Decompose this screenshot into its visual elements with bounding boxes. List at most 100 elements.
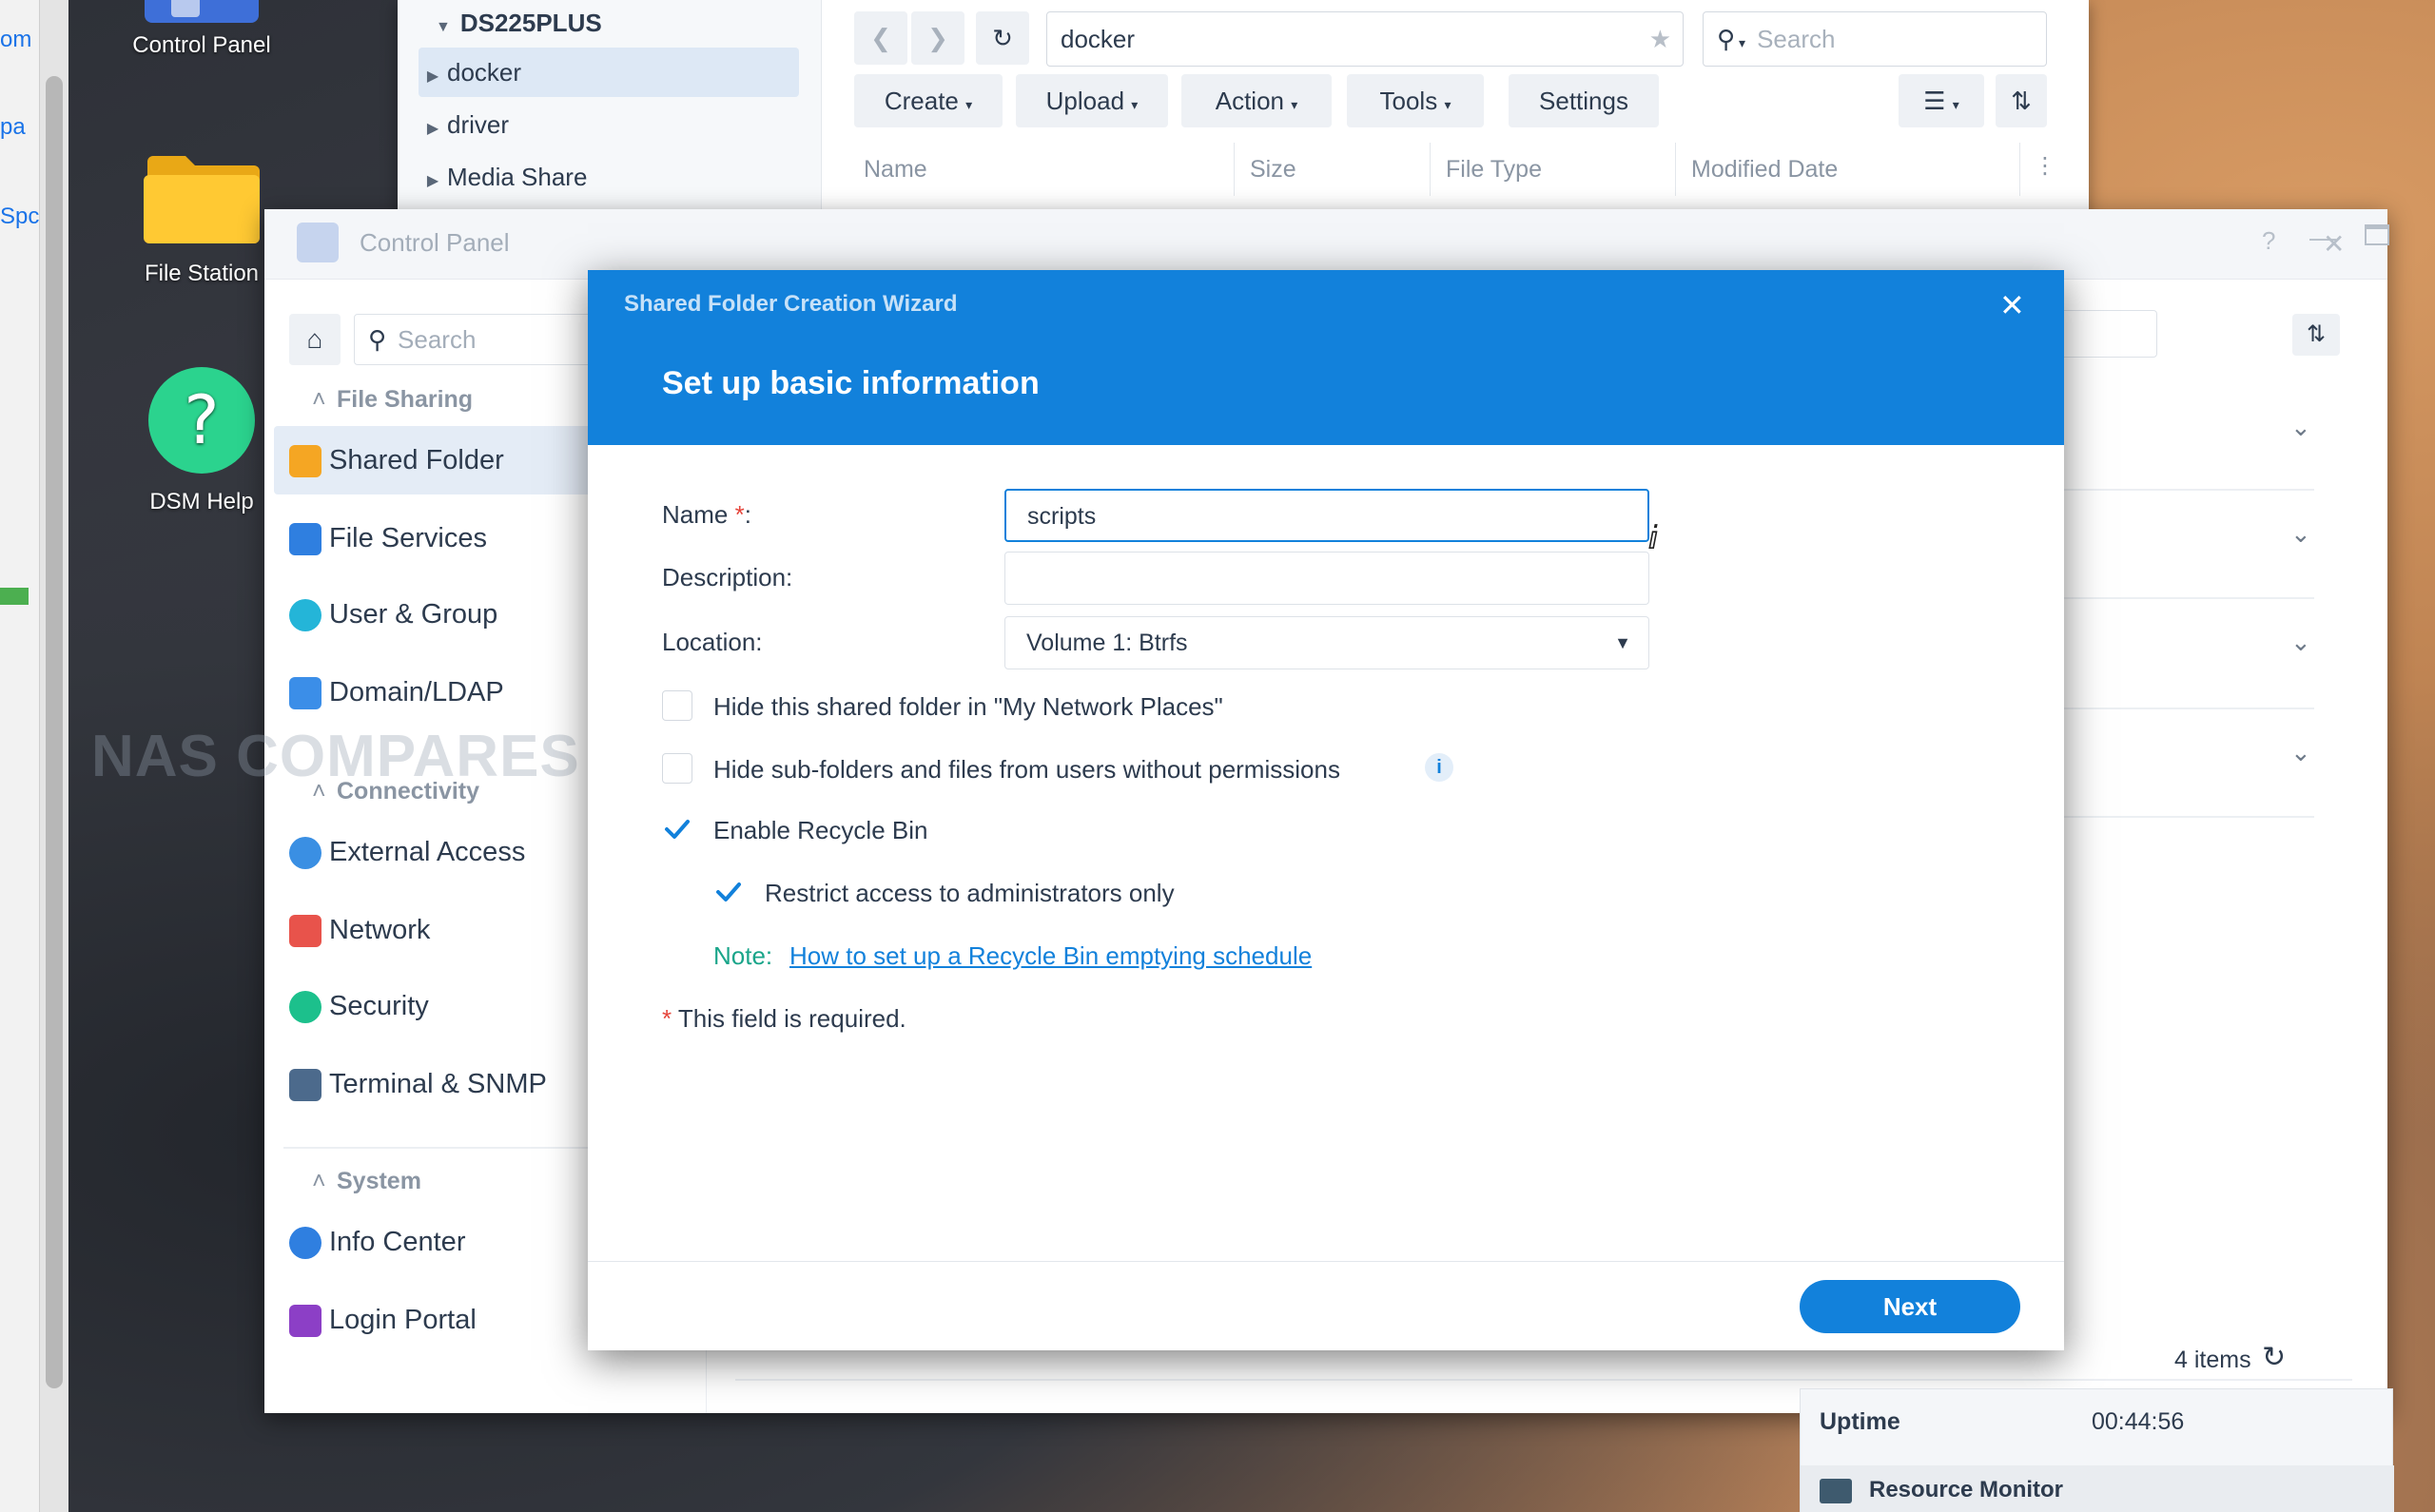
path-input[interactable]: docker ★ bbox=[1046, 11, 1684, 67]
chevron-down-icon[interactable]: ⌄ bbox=[2290, 628, 2311, 657]
file-station-window: ▼ DS225PLUS ▶ docker ▶ driver ▶ Media Share … bbox=[398, 0, 2089, 219]
help-icon: ? bbox=[148, 367, 255, 474]
close-icon[interactable]: ✕ bbox=[2323, 228, 2345, 260]
external-access-icon bbox=[289, 837, 321, 869]
caret-right-icon: ▶ bbox=[426, 121, 439, 137]
checkmark-icon bbox=[716, 882, 741, 901]
create-button[interactable]: Create ▾ bbox=[854, 74, 1003, 127]
section-label: System bbox=[337, 1168, 421, 1194]
column-header-size[interactable]: Size bbox=[1235, 143, 1431, 196]
forward-button[interactable]: ❯ bbox=[911, 11, 964, 65]
list-view-icon: ☰ bbox=[1923, 87, 1946, 115]
sidebar-item-label: Network bbox=[329, 915, 431, 945]
back-button[interactable]: ❮ bbox=[854, 11, 907, 65]
hide-network-places-checkbox[interactable] bbox=[662, 690, 692, 721]
scrollbar[interactable] bbox=[40, 0, 68, 1512]
info-icon[interactable]: i bbox=[1425, 753, 1453, 782]
resource-monitor-widget: Uptime 00:44:56 Resource Monitor bbox=[1800, 1388, 2394, 1512]
sort-button[interactable]: ⇅ bbox=[1996, 74, 2047, 127]
resource-monitor-label: Resource Monitor bbox=[1869, 1477, 2064, 1502]
section-label: File Sharing bbox=[337, 386, 474, 413]
maximize-icon[interactable] bbox=[2365, 224, 2389, 245]
tree-root[interactable]: ▼ DS225PLUS bbox=[436, 4, 602, 47]
edge-text-fragment: pa bbox=[0, 114, 26, 140]
refresh-icon[interactable]: ↻ bbox=[2262, 1341, 2286, 1374]
chevron-down-icon[interactable]: ⌄ bbox=[2290, 519, 2311, 549]
sidebar-item-label: Login Portal bbox=[329, 1305, 477, 1335]
column-header-name[interactable]: Name bbox=[848, 143, 1235, 196]
required-field-note: * This field is required. bbox=[662, 1004, 906, 1034]
shield-icon bbox=[289, 991, 321, 1023]
action-button[interactable]: Action ▾ bbox=[1181, 74, 1332, 127]
upload-button[interactable]: Upload ▾ bbox=[1016, 74, 1168, 127]
name-input[interactable]: scripts bbox=[1004, 489, 1649, 542]
refresh-button[interactable]: ↻ bbox=[976, 11, 1029, 65]
hide-subfolders-checkbox[interactable] bbox=[662, 753, 692, 784]
uptime-value: 00:44:56 bbox=[2092, 1408, 2185, 1435]
desktop-icon-label: Control Panel bbox=[132, 32, 271, 58]
next-button[interactable]: Next bbox=[1800, 1280, 2020, 1333]
file-services-icon bbox=[289, 523, 321, 555]
text-cursor-icon: ⅈ bbox=[1647, 520, 1659, 556]
file-search-input[interactable]: ⚲ ▾ Search bbox=[1703, 11, 2047, 67]
terminal-icon bbox=[289, 1069, 321, 1101]
edge-text-fragment: om bbox=[0, 27, 32, 52]
enable-recycle-bin-checkbox[interactable] bbox=[662, 814, 692, 844]
sort-button[interactable]: ⇅ bbox=[2292, 314, 2340, 356]
network-icon bbox=[289, 915, 321, 947]
section-system[interactable]: ˄ System bbox=[312, 1168, 421, 1195]
window-title: Control Panel bbox=[360, 228, 510, 257]
sidebar-item-label: User & Group bbox=[329, 599, 498, 630]
sidebar-item-label: External Access bbox=[329, 837, 526, 867]
desktop-icon-control-panel[interactable]: Control Panel bbox=[107, 0, 297, 59]
required-mark: * bbox=[734, 500, 745, 529]
tree-item-driver[interactable]: ▶ driver bbox=[419, 100, 799, 149]
tree-item-label: driver bbox=[447, 110, 510, 139]
resource-monitor-header[interactable]: Resource Monitor bbox=[1801, 1465, 2394, 1512]
sidebar-item-label: Info Center bbox=[329, 1227, 466, 1257]
note-label: Note: bbox=[713, 941, 773, 970]
chevron-down-icon[interactable]: ⌄ bbox=[2290, 738, 2311, 767]
svg-text:?: ? bbox=[184, 381, 219, 459]
enable-recycle-bin-label: Enable Recycle Bin bbox=[713, 816, 928, 844]
column-header-modified-date[interactable]: Modified Date bbox=[1676, 143, 2020, 196]
search-icon: ⚲ bbox=[1717, 25, 1736, 53]
restrict-admins-checkbox[interactable] bbox=[713, 877, 744, 907]
star-icon[interactable]: ★ bbox=[1649, 12, 1671, 66]
folder-icon bbox=[144, 156, 260, 243]
close-icon[interactable]: ✕ bbox=[1999, 287, 2025, 323]
wizard-step-title: Set up basic information bbox=[662, 365, 1040, 401]
location-select[interactable]: Volume 1: Btrfs ▼ bbox=[1004, 616, 1649, 669]
settings-label: Settings bbox=[1539, 87, 1628, 115]
recycle-bin-schedule-link[interactable]: How to set up a Recycle Bin emptying sch… bbox=[789, 941, 1312, 971]
section-file-sharing[interactable]: ˄ File Sharing bbox=[312, 386, 473, 414]
scrollbar-thumb[interactable] bbox=[46, 76, 63, 1388]
help-icon[interactable]: ? bbox=[2262, 226, 2275, 256]
view-mode-button[interactable]: ☰ ▾ bbox=[1899, 74, 1984, 127]
location-label: Location: bbox=[662, 628, 763, 656]
caret-down-icon: ▼ bbox=[436, 19, 451, 35]
control-panel-icon bbox=[145, 0, 259, 23]
chevron-down-icon[interactable]: ⌄ bbox=[2290, 413, 2311, 442]
column-header-file-type[interactable]: File Type bbox=[1431, 143, 1676, 196]
wizard-window-title: Shared Folder Creation Wizard bbox=[624, 291, 958, 317]
tools-button[interactable]: Tools ▾ bbox=[1347, 74, 1484, 127]
chevron-up-icon: ˄ bbox=[312, 1168, 326, 1194]
tree-item-media-share[interactable]: ▶ Media Share bbox=[419, 152, 799, 202]
info-icon bbox=[289, 1227, 321, 1259]
settings-button[interactable]: Settings bbox=[1509, 74, 1659, 127]
hide-network-places-label: Hide this shared folder in "My Network P… bbox=[713, 692, 1223, 721]
description-input[interactable] bbox=[1004, 552, 1649, 605]
checkmark-icon bbox=[665, 820, 690, 839]
edge-green-marker bbox=[0, 588, 29, 605]
name-label-text: Name bbox=[662, 500, 729, 529]
column-options-icon[interactable]: ⋮ bbox=[2034, 152, 2056, 180]
tree-item-label: Media Share bbox=[447, 163, 588, 191]
item-count: 4 items bbox=[2174, 1347, 2251, 1373]
required-note-text: This field is required. bbox=[677, 1004, 906, 1033]
shared-folder-wizard-dialog: Shared Folder Creation Wizard Set up bas… bbox=[588, 270, 2064, 1350]
resource-monitor-icon bbox=[1820, 1479, 1852, 1503]
home-button[interactable]: ⌂ bbox=[289, 314, 341, 365]
sidebar-item-label: Terminal & SNMP bbox=[329, 1069, 547, 1099]
tree-item-docker[interactable]: ▶ docker bbox=[419, 48, 799, 97]
